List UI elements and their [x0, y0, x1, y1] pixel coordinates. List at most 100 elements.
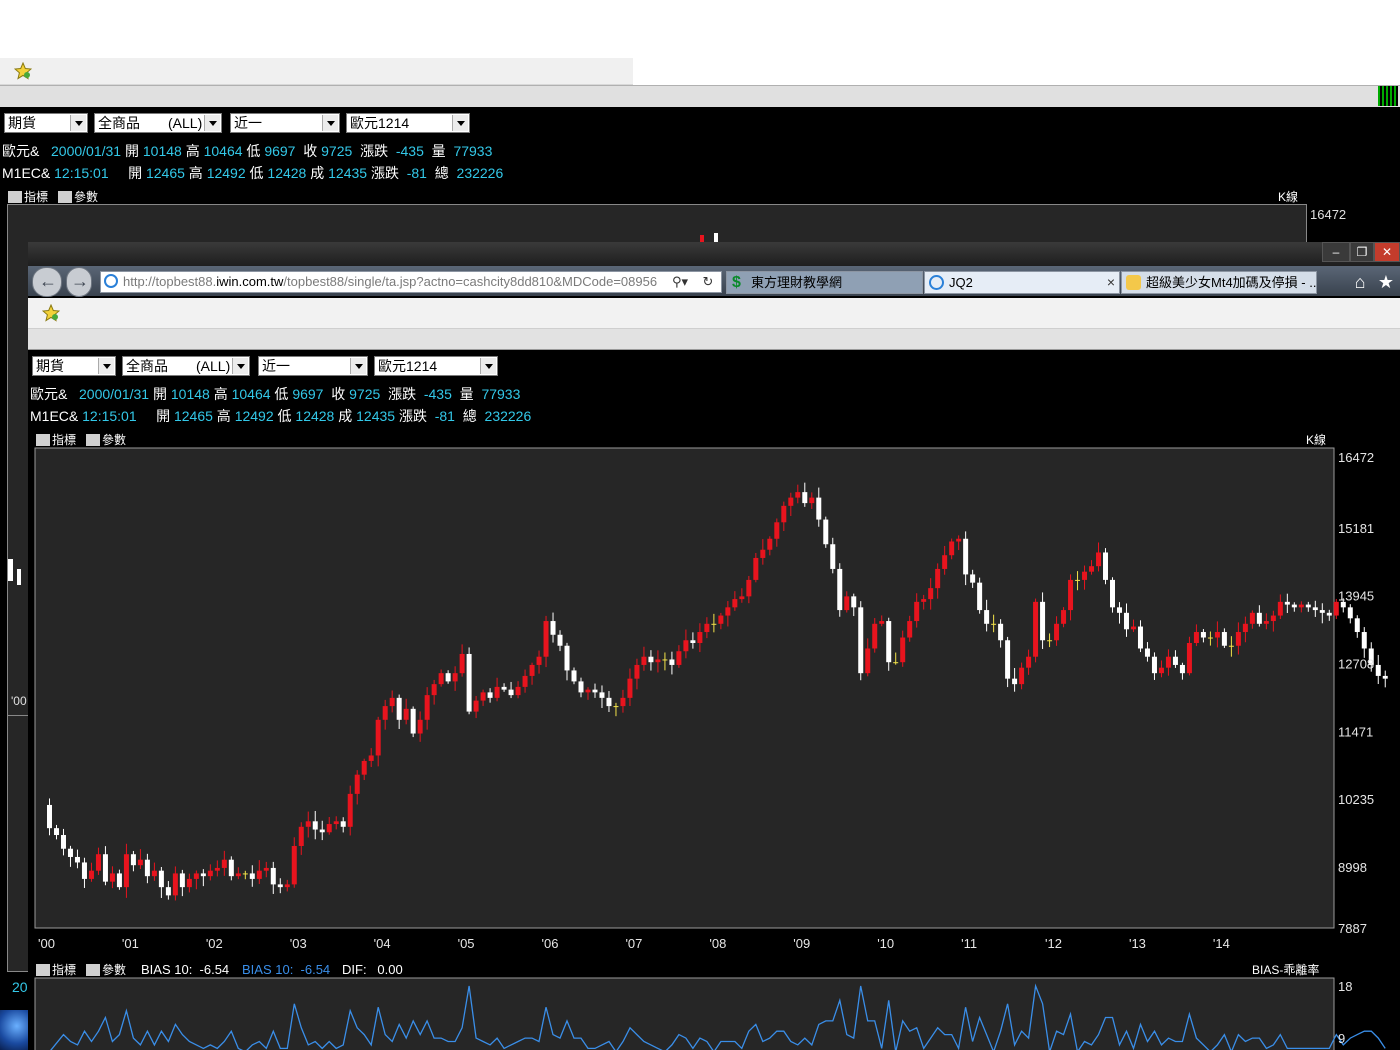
candle-body[interactable] — [445, 673, 451, 682]
candle-body[interactable] — [1305, 604, 1311, 608]
candle-body[interactable] — [900, 637, 906, 663]
candle-body[interactable] — [914, 601, 920, 622]
candle-body[interactable] — [977, 582, 983, 611]
candle-body[interactable] — [781, 505, 787, 523]
candle-body[interactable] — [648, 656, 654, 663]
back-parameter-button[interactable]: 參數 — [58, 191, 98, 203]
candle-body[interactable] — [935, 568, 941, 589]
candle-body[interactable] — [585, 689, 591, 693]
candle-body[interactable] — [1263, 621, 1269, 624]
candle-body[interactable] — [158, 870, 164, 888]
candle-body[interactable] — [263, 867, 269, 871]
candle-body[interactable] — [305, 821, 311, 827]
candle-body[interactable] — [1361, 632, 1367, 649]
candle-body[interactable] — [746, 579, 752, 597]
candle-body[interactable] — [655, 659, 661, 663]
candle-body[interactable] — [396, 697, 402, 720]
refresh-icon[interactable]: ↻ — [699, 272, 717, 292]
candle-body[interactable] — [564, 645, 570, 671]
candle-body[interactable] — [536, 656, 542, 665]
candle-body[interactable] — [291, 845, 297, 885]
candle-body[interactable] — [711, 623, 717, 625]
candle-body[interactable] — [186, 878, 192, 888]
candle-body[interactable] — [1082, 571, 1088, 580]
candle-body[interactable] — [662, 659, 668, 661]
candle-body[interactable] — [725, 607, 731, 616]
candle-body[interactable] — [676, 651, 682, 665]
candle-body[interactable] — [172, 873, 178, 896]
candle-body[interactable] — [1144, 648, 1150, 657]
candle-body[interactable] — [1319, 610, 1325, 613]
address-bar[interactable]: http://topbest88.iwin.com.tw/topbest88/s… — [100, 271, 722, 293]
candle-body[interactable] — [109, 873, 115, 882]
candle-body[interactable] — [879, 621, 885, 624]
candle-body[interactable] — [921, 599, 927, 602]
candle-body[interactable] — [67, 848, 73, 857]
back-product-select[interactable]: 全商品 (ALL) — [94, 113, 222, 133]
candle-body[interactable] — [1137, 626, 1143, 649]
candle-body[interactable] — [1103, 552, 1109, 580]
back-indicator-button[interactable]: 指標 — [8, 191, 48, 203]
candle-body[interactable] — [816, 497, 822, 520]
tab-dongfang[interactable]: $ 東方理財教學網 — [726, 271, 923, 294]
candle-body[interactable] — [613, 706, 619, 708]
back-contract-select[interactable]: 近一 — [230, 113, 340, 133]
candle-body[interactable] — [95, 854, 101, 871]
candle-body[interactable] — [718, 615, 724, 624]
candle-body[interactable] — [137, 859, 143, 866]
candle-body[interactable] — [1375, 664, 1381, 676]
candle-body[interactable] — [515, 686, 521, 696]
candle-body[interactable] — [991, 623, 997, 625]
candle-body[interactable] — [1193, 632, 1199, 643]
candle-body[interactable] — [1214, 632, 1220, 638]
candle-body[interactable] — [690, 640, 696, 643]
candle-body[interactable] — [851, 596, 857, 608]
candle-body[interactable] — [1116, 607, 1122, 613]
candle-body[interactable] — [1228, 645, 1234, 647]
candle-body[interactable] — [88, 870, 94, 879]
candle-body[interactable] — [620, 697, 626, 707]
candle-body[interactable] — [970, 574, 976, 583]
candle-body[interactable] — [1096, 552, 1102, 567]
candle-body[interactable] — [228, 859, 234, 877]
candle-body[interactable] — [1326, 612, 1332, 616]
candle-body[interactable] — [1158, 667, 1164, 674]
back-button[interactable]: ← — [32, 267, 62, 297]
candle-body[interactable] — [1242, 623, 1248, 633]
candle-body[interactable] — [221, 859, 227, 868]
candle-body[interactable] — [1005, 640, 1011, 679]
candle-body[interactable] — [1047, 640, 1053, 642]
candle-body[interactable] — [984, 610, 990, 624]
candle-body[interactable] — [270, 867, 276, 885]
candle-body[interactable] — [459, 653, 465, 674]
candle-body[interactable] — [417, 719, 423, 734]
candle-body[interactable] — [1061, 610, 1067, 624]
candle-body[interactable] — [130, 854, 136, 866]
candle-body[interactable] — [1284, 601, 1290, 605]
candle-body[interactable] — [1089, 566, 1095, 572]
tab-jq2[interactable]: JQ2 × — [924, 271, 1120, 294]
candle-body[interactable] — [697, 632, 703, 643]
candle-body[interactable] — [1033, 601, 1039, 657]
candle-body[interactable] — [81, 862, 87, 879]
candle-body[interactable] — [340, 821, 346, 827]
candle-body[interactable] — [319, 829, 325, 833]
candle-body[interactable] — [1040, 601, 1046, 641]
back-market-select[interactable]: 期貨 — [4, 113, 88, 133]
candle-body[interactable] — [753, 557, 759, 580]
candle-body[interactable] — [1200, 632, 1206, 638]
candle-body[interactable] — [522, 675, 528, 687]
candle-body[interactable] — [1123, 612, 1129, 630]
candle-body[interactable] — [865, 648, 871, 674]
candle-body[interactable] — [928, 588, 934, 600]
candle-body[interactable] — [599, 692, 605, 698]
candle-body[interactable] — [382, 706, 388, 720]
candle-body[interactable] — [669, 659, 675, 665]
candle-body[interactable] — [956, 538, 962, 542]
candle-body[interactable] — [165, 887, 171, 896]
forward-button[interactable]: → — [66, 267, 92, 297]
candle-body[interactable] — [795, 492, 801, 498]
candle-body[interactable] — [1354, 618, 1360, 633]
candle-body[interactable] — [235, 873, 241, 877]
candle-body[interactable] — [389, 697, 395, 707]
